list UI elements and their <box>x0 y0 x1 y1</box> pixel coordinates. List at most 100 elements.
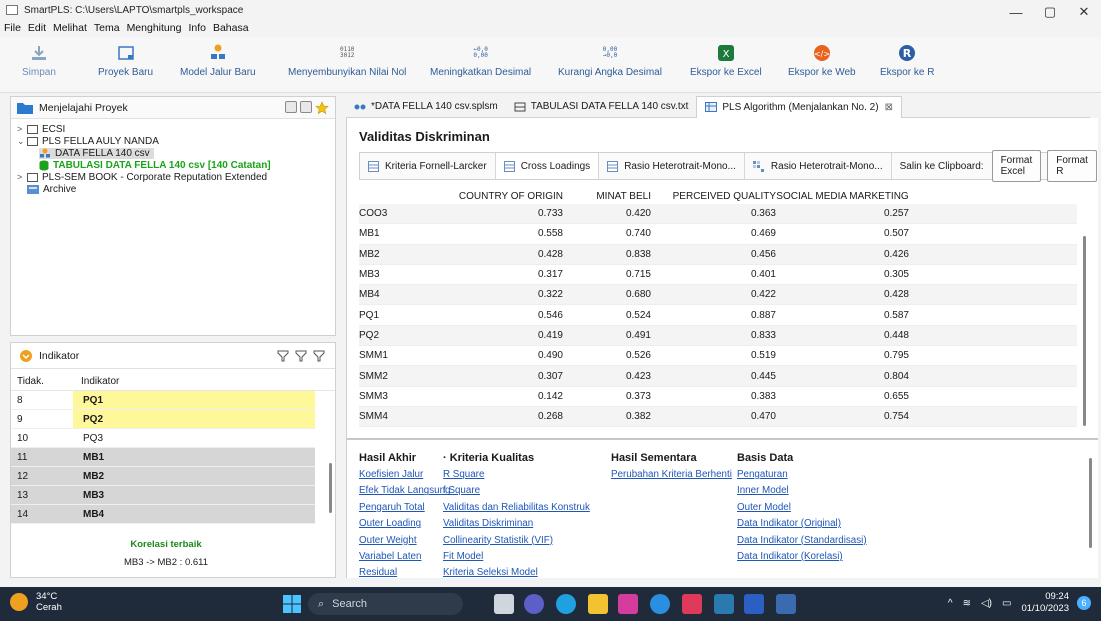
link-discriminant-validity[interactable]: Validitas Diskriminan <box>443 516 590 532</box>
store-icon[interactable] <box>714 594 734 614</box>
menu-theme[interactable]: Tema <box>94 22 120 34</box>
link-residual[interactable]: Residual <box>359 565 451 581</box>
expand-all-icon[interactable] <box>285 100 297 113</box>
menu-calculate[interactable]: Menghitung <box>127 22 182 34</box>
chevron-right-icon[interactable]: > <box>17 172 27 182</box>
tree-item-tabulasi[interactable]: TABULASI DATA FELLA 140 csv [140 Catatan… <box>17 159 329 171</box>
link-indicator-data-standardized[interactable]: Data Indikator (Standardisasi) <box>737 533 867 549</box>
task-view-icon[interactable] <box>494 594 514 614</box>
link-outer-model[interactable]: Outer Model <box>737 500 867 516</box>
weather-widget[interactable]: 34°C Cerah <box>10 591 62 613</box>
link-inner-model[interactable]: Inner Model <box>737 483 867 499</box>
filter-icon[interactable] <box>277 350 289 362</box>
format-excel-button[interactable]: Format Excel <box>991 150 1042 182</box>
table-row[interactable]: SMM3 0.142 0.373 0.383 0.655 <box>359 387 1077 407</box>
col-perceived-quality[interactable]: PERCEIVED QUALITY <box>651 191 776 202</box>
new-path-model-button[interactable]: Model Jalur Baru <box>180 41 256 78</box>
tree-item-data-fella[interactable]: DATA FELLA 140 csv <box>17 147 329 159</box>
link-model-fit[interactable]: Fit Model <box>443 549 590 565</box>
tab-pls-algorithm[interactable]: PLS Algorithm (Menjalankan No. 2) ⊠ <box>696 95 902 118</box>
menu-file[interactable]: File <box>4 22 21 34</box>
tab-tabulasi-txt[interactable]: TABULASI DATA FELLA 140 csv.txt <box>506 96 697 118</box>
table-row[interactable]: SMM4 0.268 0.382 0.470 0.754 <box>359 406 1077 428</box>
col-number[interactable]: Tidak. <box>11 376 71 387</box>
clock[interactable]: 09:24 01/10/2023 <box>1021 591 1069 615</box>
tree-item-ecsi[interactable]: > ECSI <box>17 123 329 135</box>
indicator-scrollbar[interactable] <box>329 463 332 513</box>
chevron-down-icon[interactable]: ⌄ <box>17 136 27 147</box>
format-r-button[interactable]: Format R <box>1047 150 1097 182</box>
links-scrollbar[interactable] <box>1089 458 1092 548</box>
tab-htmt[interactable]: Rasio Heterotrait-Mono... <box>599 153 745 179</box>
table-row[interactable]: MB2 0.428 0.838 0.456 0.426 <box>359 244 1077 265</box>
smartpls-icon[interactable] <box>776 594 796 614</box>
col-social-media-marketing[interactable]: SOCIAL MEDIA MARKETING <box>776 191 909 202</box>
table-row[interactable]: PQ1 0.546 0.524 0.887 0.587 <box>359 305 1077 326</box>
volume-icon[interactable]: ◁) <box>981 598 992 609</box>
link-settings[interactable]: Pengaturan <box>737 467 867 483</box>
indicator-row[interactable]: 11 MB1 <box>11 448 315 467</box>
link-r-square[interactable]: R Square <box>443 467 590 483</box>
mcafee-icon[interactable] <box>682 594 702 614</box>
filter-icon[interactable] <box>295 350 307 362</box>
export-web-button[interactable]: </> Ekspor ke Web <box>788 41 856 78</box>
indicator-row[interactable]: 9 PQ2 <box>11 410 315 429</box>
menu-info[interactable]: Info <box>188 22 206 34</box>
link-indicator-data-correlation[interactable]: Data Indikator (Korelasi) <box>737 549 867 565</box>
tree-item-archive[interactable]: Archive <box>17 183 329 195</box>
table-row[interactable]: COO3 0.733 0.420 0.363 0.257 <box>359 204 1077 225</box>
link-total-effects[interactable]: Pengaruh Total <box>359 500 451 516</box>
close-tab-icon[interactable]: ⊠ <box>885 102 893 113</box>
tab-splsm[interactable]: *DATA FELLA 140 csv.splsm <box>346 96 506 118</box>
link-indicator-data-original[interactable]: Data Indikator (Original) <box>737 516 867 532</box>
chevron-right-icon[interactable]: > <box>17 124 27 134</box>
link-path-coefficients[interactable]: Koefisien Jalur <box>359 467 451 483</box>
table-row[interactable]: MB3 0.317 0.715 0.401 0.305 <box>359 265 1077 286</box>
new-project-button[interactable]: Proyek Baru <box>98 41 153 78</box>
chat-icon[interactable] <box>524 594 544 614</box>
link-model-selection[interactable]: Kriteria Seleksi Model <box>443 565 590 581</box>
link-f-square[interactable]: f Square <box>443 483 590 499</box>
link-construct-reliability[interactable]: Validitas dan Reliabilitas Konstruk <box>443 500 590 516</box>
notification-badge[interactable]: 6 <box>1077 596 1091 610</box>
hide-zero-button[interactable]: 0110 3012 Menyembunyikan Nilai Nol <box>288 41 406 79</box>
menu-view[interactable]: Melihat <box>53 22 87 34</box>
table-row[interactable]: MB4 0.322 0.680 0.422 0.428 <box>359 285 1077 306</box>
table-row[interactable]: PQ2 0.419 0.491 0.833 0.448 <box>359 325 1077 347</box>
word-icon[interactable] <box>744 594 764 614</box>
menu-language[interactable]: Bahasa <box>213 22 249 34</box>
chevron-up-icon[interactable]: ^ <box>948 598 953 609</box>
app-icon[interactable] <box>618 594 638 614</box>
tab-fornell-larcker[interactable]: Kriteria Fornell-Larcker <box>360 153 496 179</box>
tab-cross-loadings[interactable]: Cross Loadings <box>495 153 600 179</box>
help-icon[interactable] <box>650 594 670 614</box>
wifi-icon[interactable]: ≋ <box>963 598 971 609</box>
collapse-all-icon[interactable] <box>300 100 312 113</box>
link-collinearity-vif[interactable]: Collinearity Statistik (VIF) <box>443 533 590 549</box>
col-minat-beli[interactable]: MINAT BELI <box>563 191 651 202</box>
save-button[interactable]: Simpan <box>22 41 56 78</box>
export-r-button[interactable]: R Ekspor ke R <box>880 41 934 78</box>
table-row[interactable]: SMM2 0.307 0.423 0.445 0.804 <box>359 366 1077 387</box>
tab-htmt-matrix[interactable]: Rasio Heterotrait-Mono... <box>745 153 892 179</box>
indicator-row[interactable]: 14 MB4 <box>11 505 315 524</box>
tree-item-pls-fella[interactable]: ⌄ PLS FELLA AULY NANDA <box>17 135 329 147</box>
increase-decimal-button[interactable]: ←0,0 0,00 Meningkatkan Desimal <box>430 41 531 79</box>
decrease-decimal-button[interactable]: 0,00 →0,0 Kurangi Angka Desimal <box>558 41 662 79</box>
battery-icon[interactable]: ▭ <box>1002 598 1011 609</box>
file-explorer-icon[interactable] <box>588 594 608 614</box>
col-indicator[interactable]: Indikator <box>71 376 119 387</box>
indicator-row[interactable]: 8 PQ1 <box>11 391 315 410</box>
star-icon[interactable] <box>315 100 329 115</box>
link-stop-criterion-changes[interactable]: Perubahan Kriteria Berhenti <box>611 467 732 483</box>
taskbar-search[interactable]: ⌕ Search <box>308 593 463 615</box>
tree-item-pls-sem-book[interactable]: > PLS-SEM BOOK - Corporate Reputation Ex… <box>17 171 329 183</box>
filter-icon[interactable] <box>313 350 325 362</box>
edge-browser-icon[interactable] <box>556 594 576 614</box>
link-outer-loading[interactable]: Outer Loading <box>359 516 451 532</box>
windows-start-icon[interactable] <box>282 594 302 614</box>
indicator-row[interactable]: 12 MB2 <box>11 467 315 486</box>
link-outer-weight[interactable]: Outer Weight <box>359 533 451 549</box>
indicator-row[interactable]: 10 PQ3 <box>11 429 315 448</box>
col-country-of-origin[interactable]: COUNTRY OF ORIGIN <box>411 191 563 202</box>
